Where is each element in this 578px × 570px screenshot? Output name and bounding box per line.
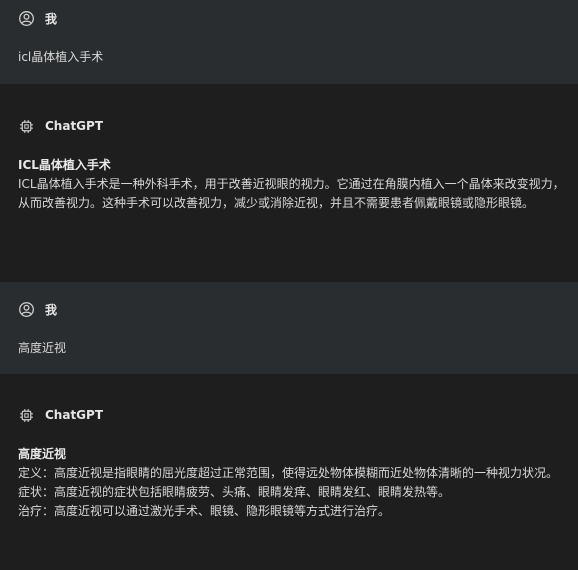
response-line-treatment: 治疗：高度近视可以通过激光手术、眼镜、隐形眼镜等方式进行治疗。	[18, 504, 391, 518]
response-title: 高度近视	[18, 447, 67, 461]
chat-thread: 我 icl晶体植入手术 ChatGPT ICL晶体植入手术 ICL晶体植入手术是…	[0, 0, 578, 570]
chip-icon	[20, 119, 33, 133]
assistant-message: ChatGPT ICL晶体植入手术 ICL晶体植入手术是一种外科手术，用于改善近…	[0, 84, 578, 282]
message-author: 我	[45, 302, 58, 317]
user-message: 我 icl晶体植入手术	[0, 0, 578, 84]
message-text: icl晶体植入手术	[18, 50, 104, 64]
assistant-message: ChatGPT 高度近视 定义：高度近视是指眼睛的屈光度超过正常范围，使得远处物…	[0, 374, 578, 570]
user-avatar-icon	[19, 10, 34, 26]
user-message: 我 高度近视	[0, 282, 578, 374]
response-line-symptoms: 症状：高度近视的症状包括眼睛疲劳、头痛、眼睛发痒、眼睛发红、眼睛发热等。	[18, 485, 451, 499]
user-avatar-icon	[19, 301, 34, 317]
chip-icon	[20, 408, 33, 422]
message-author: ChatGPT	[45, 408, 104, 422]
message-author: ChatGPT	[45, 119, 104, 133]
response-line-definition: 定义：高度近视是指眼睛的屈光度超过正常范围，使得远处物体模糊而近处物体清晰的一种…	[18, 466, 559, 480]
response-paragraph: ICL晶体植入手术是一种外科手术，用于改善近视眼的视力。它通过在角膜内植入一个晶…	[18, 177, 565, 210]
message-text: 高度近视	[18, 341, 67, 355]
response-title: ICL晶体植入手术	[18, 158, 111, 172]
message-author: 我	[45, 11, 58, 26]
